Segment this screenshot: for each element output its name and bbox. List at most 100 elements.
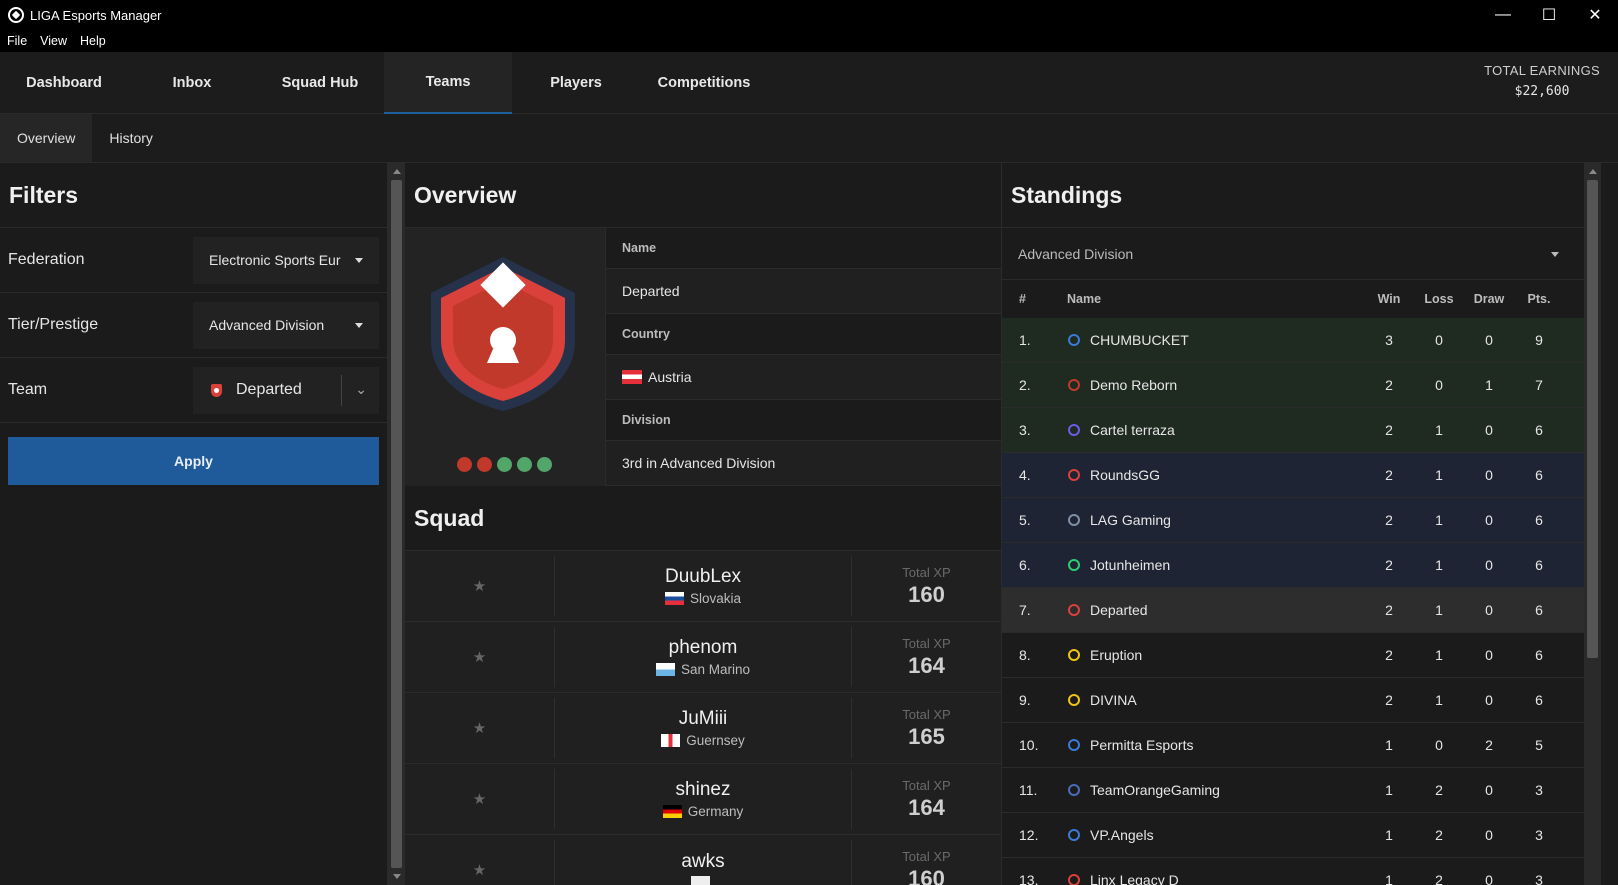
standings-row[interactable]: 2. Demo Reborn 2 0 1 7 <box>1002 363 1601 408</box>
player-main: DuubLex Slovakia <box>555 556 852 616</box>
row-pts: 9 <box>1535 332 1543 348</box>
row-loss: 2 <box>1435 872 1443 885</box>
row-team: Cartel terraza <box>1068 422 1364 438</box>
tab-dashboard[interactable]: Dashboard <box>0 52 128 114</box>
team-select[interactable]: Departed ⌄ <box>193 366 379 414</box>
player-row[interactable]: ★ awks Total XP 160 <box>405 835 1001 885</box>
row-win: 2 <box>1385 557 1393 573</box>
scroll-up-icon[interactable] <box>1589 169 1597 174</box>
tab-teams[interactable]: Teams <box>384 52 512 114</box>
star-icon[interactable]: ★ <box>405 840 555 885</box>
xp-label: Total XP <box>902 564 951 580</box>
row-loss: 1 <box>1435 557 1443 573</box>
tab-overview[interactable]: Overview <box>0 114 93 162</box>
player-country-text: Guernsey <box>686 733 745 748</box>
tab-squad-hub[interactable]: Squad Hub <box>256 52 384 114</box>
scroll-up-icon[interactable] <box>393 169 401 174</box>
header-rank: # <box>1019 292 1026 306</box>
chevron-down-icon[interactable]: ⌄ <box>355 381 367 398</box>
player-name: DuubLex <box>664 566 742 587</box>
menu-file[interactable]: File <box>7 34 27 48</box>
standings-row[interactable]: 3. Cartel terraza 2 1 0 6 <box>1002 408 1601 453</box>
division-select-value: Advanced Division <box>1018 245 1134 262</box>
row-pts: 6 <box>1535 512 1543 528</box>
standings-row[interactable]: 1. CHUMBUCKET 3 0 0 9 <box>1002 318 1601 363</box>
row-draw: 2 <box>1485 737 1493 753</box>
team-logo-icon <box>1068 379 1080 391</box>
standings-row[interactable]: 11. TeamOrangeGaming 1 2 0 3 <box>1002 768 1601 813</box>
row-team: Eruption <box>1068 647 1364 663</box>
row-team-name: VP.Angels <box>1090 827 1154 843</box>
star-icon[interactable]: ★ <box>405 769 555 829</box>
standings-row[interactable]: 5. LAG Gaming 2 1 0 6 <box>1002 498 1601 543</box>
row-team-name: Cartel terraza <box>1090 422 1175 438</box>
division-select[interactable]: Advanced Division <box>1002 228 1601 280</box>
tab-competitions[interactable]: Competitions <box>640 52 768 114</box>
scroll-thumb[interactable] <box>1587 180 1598 658</box>
header-pts: Pts. <box>1527 292 1551 306</box>
main-nav: Dashboard Inbox Squad Hub Teams Players … <box>0 52 1618 114</box>
header-name-text: Name <box>1067 292 1102 306</box>
row-team-name: CHUMBUCKET <box>1090 332 1189 348</box>
row-rank: 7. <box>1019 602 1031 618</box>
minimize-icon[interactable]: — <box>1480 0 1526 30</box>
standings-row[interactable]: 12. VP.Angels 1 2 0 3 <box>1002 813 1601 858</box>
prestige-dot <box>537 457 552 472</box>
row-win: 2 <box>1385 467 1393 483</box>
country-value: Austria <box>606 355 1001 400</box>
player-row[interactable]: ★ shinez Germany Total XP 164 <box>405 764 1001 835</box>
tab-inbox[interactable]: Inbox <box>128 52 256 114</box>
row-loss: 2 <box>1435 827 1443 843</box>
total-earnings: TOTAL EARNINGS $22,600 <box>1484 63 1600 99</box>
row-draw: 0 <box>1485 692 1493 708</box>
star-icon[interactable]: ★ <box>405 698 555 758</box>
row-team-name: Permitta Esports <box>1090 737 1194 753</box>
scroll-down-icon[interactable] <box>393 874 401 879</box>
standings-row[interactable]: 6. Jotunheimen 2 1 0 6 <box>1002 543 1601 588</box>
standings-scrollbar[interactable] <box>1584 163 1601 885</box>
scroll-thumb[interactable] <box>391 180 402 868</box>
standings-row[interactable]: 9. DIVINA 2 1 0 6 <box>1002 678 1601 723</box>
title-bar: LIGA Esports Manager — ☐ ✕ <box>0 0 1618 30</box>
squad-title: Squad <box>405 486 1001 551</box>
row-loss: 1 <box>1435 512 1443 528</box>
star-icon[interactable]: ★ <box>405 627 555 687</box>
select-separator <box>341 374 342 406</box>
standings-row[interactable]: 10. Permitta Esports 1 0 2 5 <box>1002 723 1601 768</box>
player-xp: Total XP 164 <box>852 778 1001 821</box>
federation-select[interactable]: Electronic Sports Eur <box>193 236 379 284</box>
filters-scrollbar[interactable] <box>388 163 405 885</box>
standings-row[interactable]: 13. Linx Legacy D 1 2 0 3 <box>1002 858 1601 885</box>
team-logo-icon <box>1068 874 1080 885</box>
player-row[interactable]: ★ phenom San Marino Total XP 164 <box>405 622 1001 693</box>
menu-view[interactable]: View <box>40 34 67 48</box>
row-loss: 1 <box>1435 602 1443 618</box>
maximize-icon[interactable]: ☐ <box>1526 0 1572 30</box>
player-country: Guernsey <box>661 733 745 748</box>
tier-select[interactable]: Advanced Division <box>193 301 379 349</box>
row-team-name: Jotunheimen <box>1090 557 1171 573</box>
row-win: 1 <box>1385 737 1393 753</box>
row-pts: 6 <box>1535 647 1543 663</box>
player-xp: Total XP 160 <box>852 849 1001 885</box>
menu-help[interactable]: Help <box>80 34 106 48</box>
player-row[interactable]: ★ DuubLex Slovakia Total XP 160 <box>405 551 1001 622</box>
team-logo-icon <box>1068 784 1080 796</box>
player-row[interactable]: ★ JuMiii Guernsey Total XP 165 <box>405 693 1001 764</box>
standings-row[interactable]: 4. RoundsGG 2 1 0 6 <box>1002 453 1601 498</box>
row-draw: 0 <box>1485 332 1493 348</box>
tab-history[interactable]: History <box>92 114 170 162</box>
tab-players[interactable]: Players <box>512 52 640 114</box>
apply-button[interactable]: Apply <box>8 437 379 485</box>
row-pts: 6 <box>1535 602 1543 618</box>
country-label: Country <box>606 314 1001 355</box>
standings-row[interactable]: 7. Departed 2 1 0 6 <box>1002 588 1601 633</box>
row-win: 2 <box>1385 647 1393 663</box>
close-icon[interactable]: ✕ <box>1572 0 1618 30</box>
star-icon[interactable]: ★ <box>405 556 555 616</box>
row-loss: 1 <box>1435 647 1443 663</box>
standings-row[interactable]: 8. Eruption 2 1 0 6 <box>1002 633 1601 678</box>
row-rank: 8. <box>1019 647 1031 663</box>
country-text: Austria <box>648 369 692 385</box>
name-value: Departed <box>606 269 1001 314</box>
